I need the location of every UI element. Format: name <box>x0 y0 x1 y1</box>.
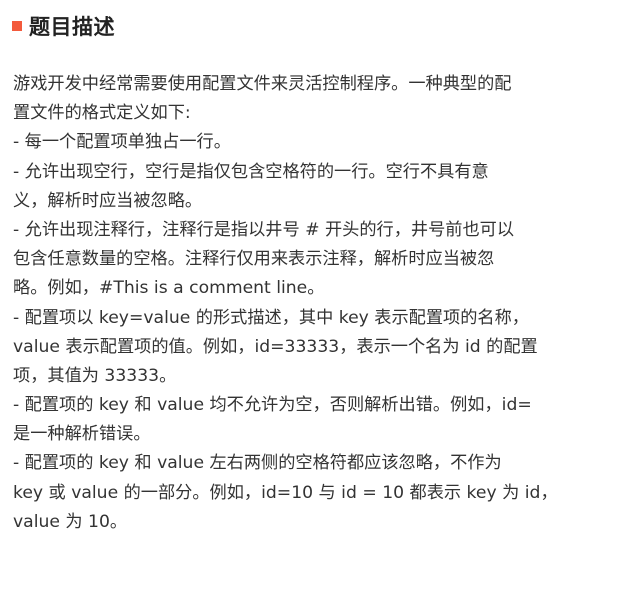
section-header: 题目描述 <box>12 8 115 44</box>
section-title: 题目描述 <box>29 15 115 39</box>
description-line: key 或 value 的一部分。例如，id=10 与 id = 10 都表示 … <box>13 482 558 503</box>
description-line: 置文件的格式定义如下: <box>13 103 191 124</box>
description-line: 义，解析时应当被忽略。 <box>13 190 203 211</box>
description-line: - 允许出现注释行，注释行是指以井号 # 开头的行，井号前也可以 <box>13 219 515 240</box>
description-line: 项，其值为 33333。 <box>13 365 177 386</box>
description-line: 游戏开发中经常需要使用配置文件来灵活控制程序。一种典型的配 <box>13 74 512 94</box>
description-line: 略。例如，#This is a comment line。 <box>13 278 325 299</box>
description-line: - 允许出现空行，空行是指仅包含空格符的一行。空行不具有意 <box>13 161 489 182</box>
description-line: 是一种解析错误。 <box>13 424 151 445</box>
title-marker-square <box>12 21 22 31</box>
problem-description: 游戏开发中经常需要使用配置文件来灵活控制程序。一种典型的配 置文件的格式定义如下… <box>13 70 625 537</box>
description-line: - 每一个配置项单独占一行。 <box>13 132 231 153</box>
description-line: - 配置项的 key 和 value 左右两侧的空格符都应该忽略，不作为 <box>13 453 502 474</box>
description-line: - 配置项以 key=value 的形式描述，其中 key 表示配置项的名称， <box>13 307 529 328</box>
description-line: 包含任意数量的空格。注释行仅用来表示注释，解析时应当被忽 <box>13 249 495 270</box>
description-line: value 表示配置项的值。例如，id=33333，表示一个名为 id 的配置 <box>13 336 538 357</box>
description-line: value 为 10。 <box>13 511 128 532</box>
description-line: - 配置项的 key 和 value 均不允许为空，否则解析出错。例如，id= <box>13 395 532 416</box>
